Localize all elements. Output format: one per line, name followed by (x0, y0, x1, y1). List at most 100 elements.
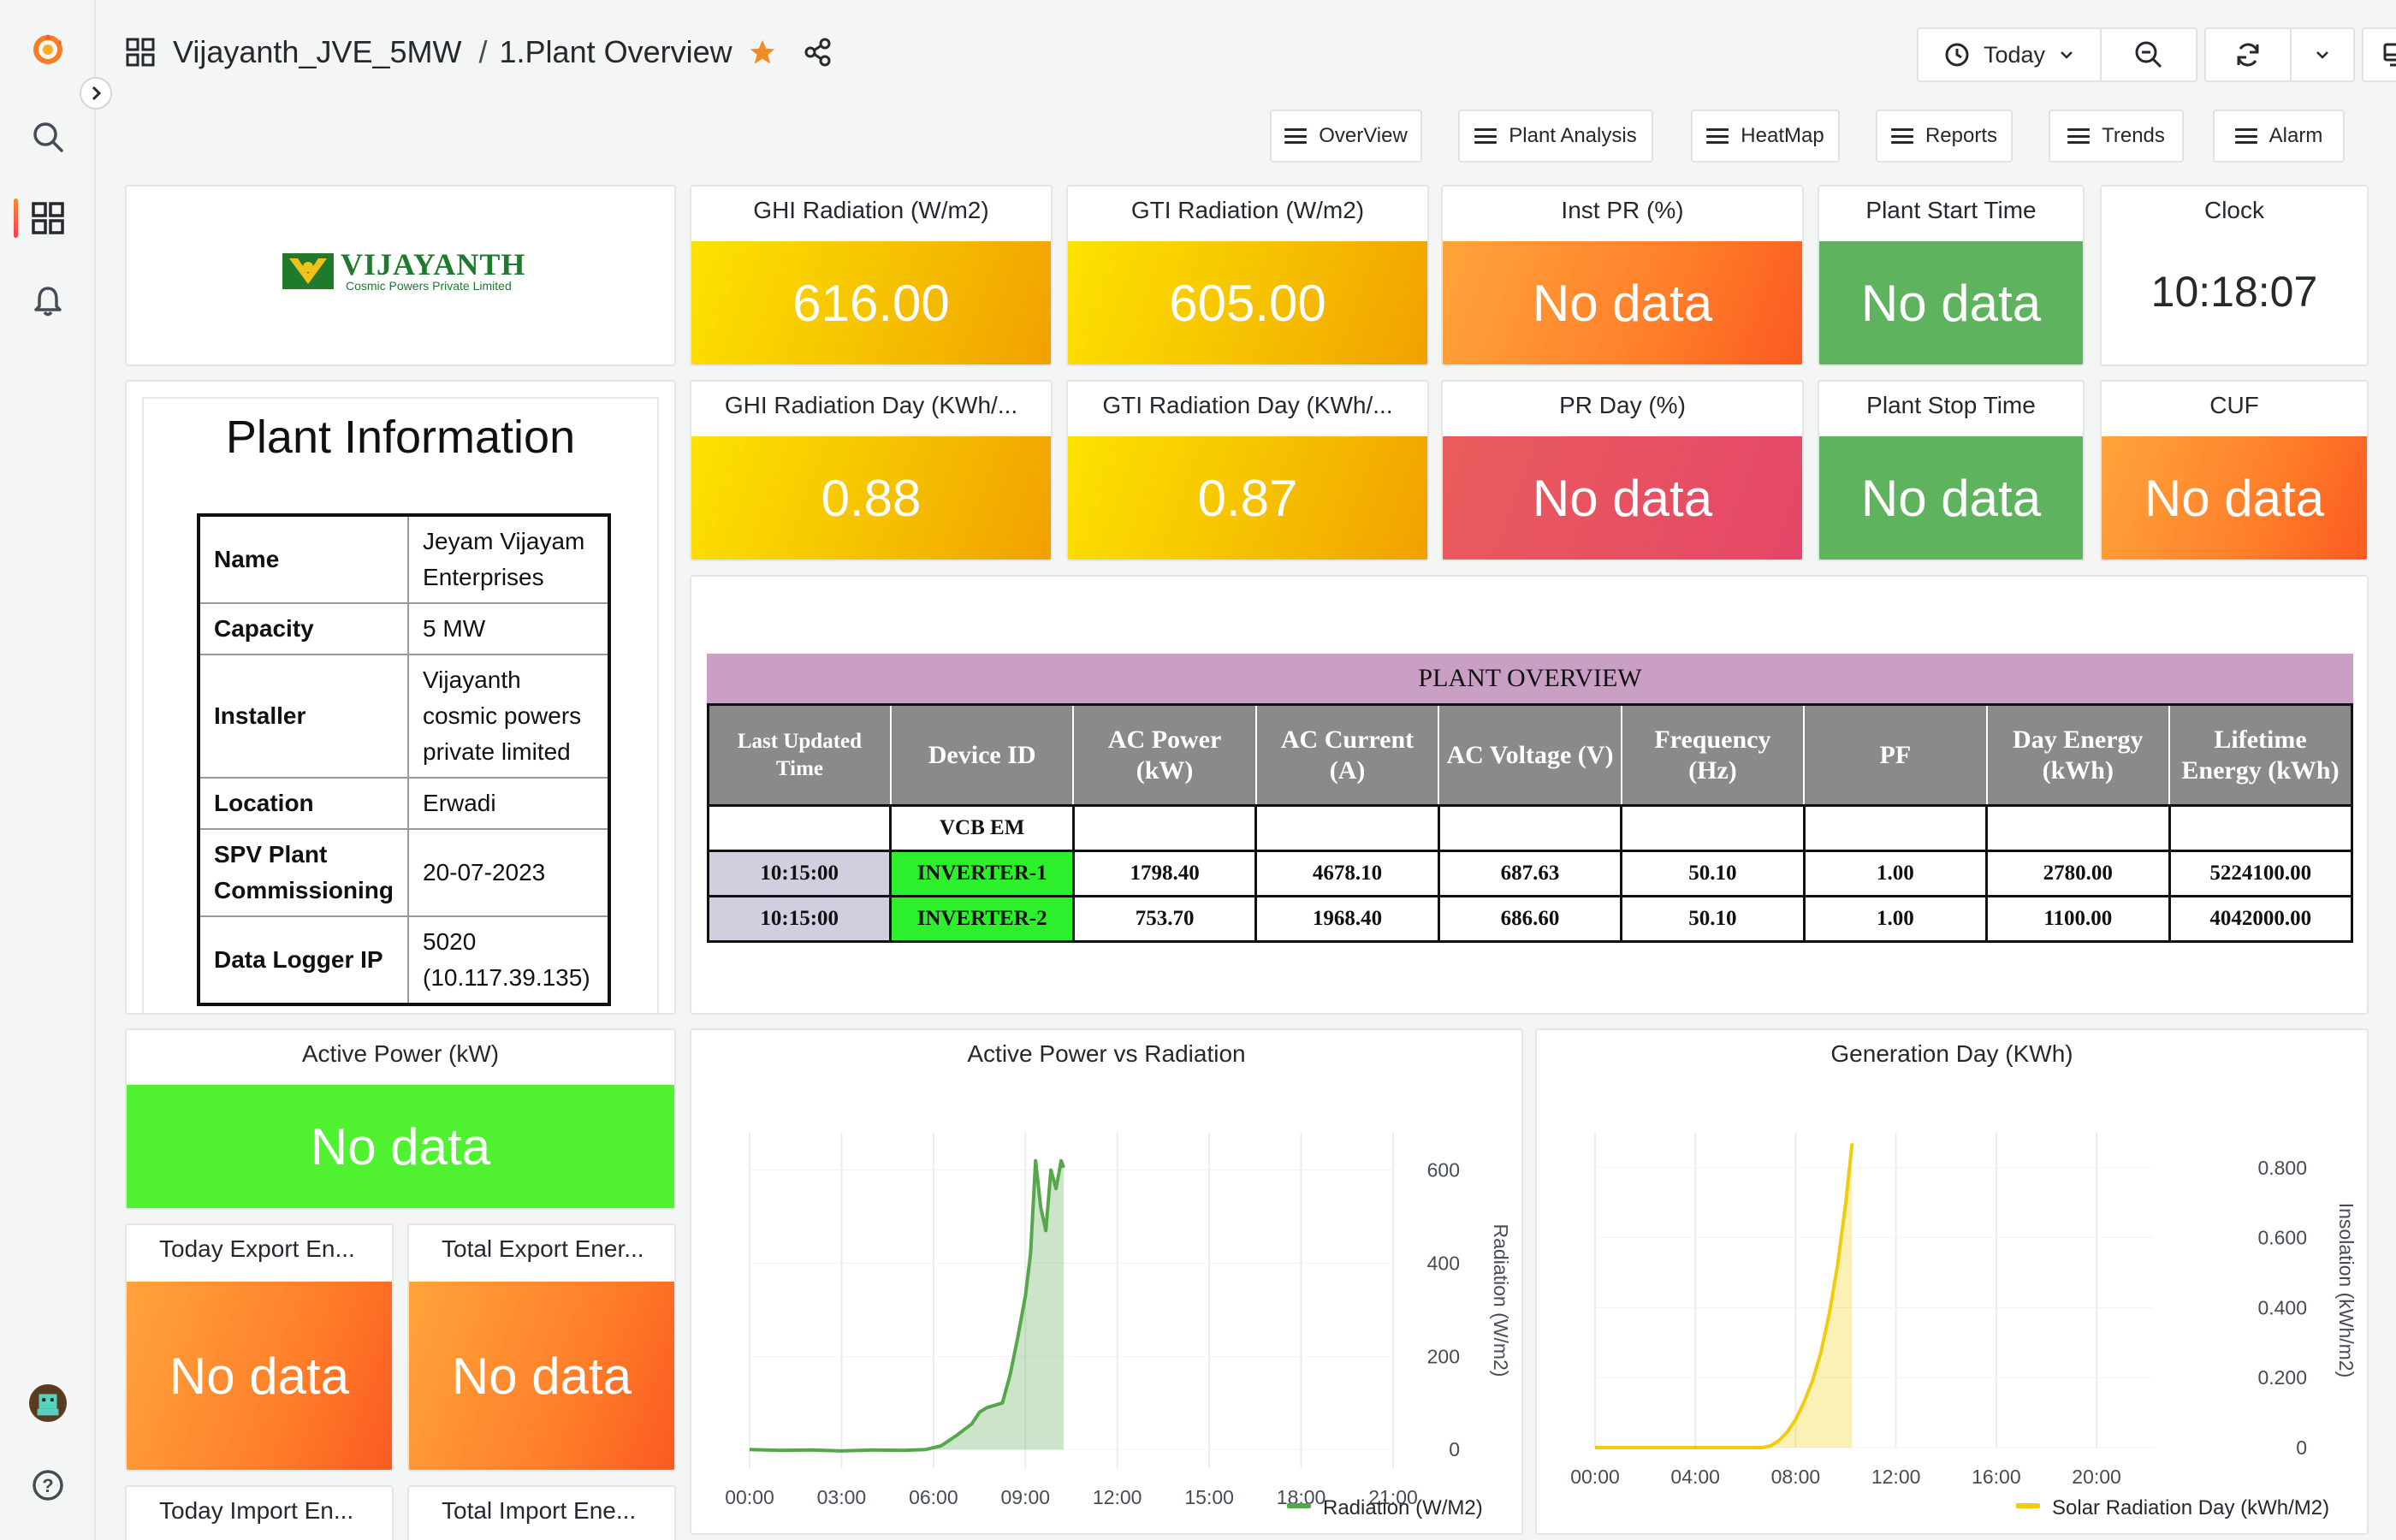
panel-title: CUF (2209, 392, 2259, 418)
x-tick-label: 04:00 (1670, 1466, 1720, 1488)
x-tick-label: 00:00 (1570, 1466, 1620, 1488)
tv-mode-controls (2362, 27, 2396, 82)
breadcrumb: Vijayanth_JVE_5MW / 1.Plant Overview (125, 34, 833, 70)
stat-panel-cuf: CUF No data (2100, 380, 2369, 561)
nav-label: HeatMap (1741, 124, 1824, 147)
stat-panel-today-import: Today Import En... (125, 1485, 394, 1540)
x-tick-label: 08:00 (1771, 1466, 1821, 1488)
y-tick-label: 0.200 (2257, 1366, 2307, 1389)
y-tick-label: 600 (1427, 1159, 1460, 1182)
table-cell: 1.00 (1802, 895, 1989, 943)
dashboard-title: 1.Plant Overview (499, 34, 732, 69)
group-label: VCB EM (889, 804, 1075, 852)
table-cell (1802, 804, 1989, 852)
table-cell: 4678.10 (1254, 850, 1440, 897)
series-area (1595, 1143, 1853, 1448)
search-icon[interactable] (29, 118, 67, 156)
table-cell (1071, 804, 1258, 852)
table-cell: 687.63 (1437, 850, 1623, 897)
plant-overview-panel: PLANT OVERVIEW Last Updated Time Device … (690, 575, 2369, 1015)
nav-overview-button[interactable]: OverView (1270, 110, 1422, 163)
tv-mode-button[interactable] (2363, 29, 2396, 80)
logo-subtitle: Cosmic Powers Private Limited (346, 279, 512, 293)
grafana-logo-icon[interactable] (29, 31, 67, 68)
menu-icon (1284, 128, 1308, 144)
series-area (750, 1160, 1064, 1451)
plant-overview-title: PLANT OVERVIEW (707, 654, 2353, 703)
zoom-out-button[interactable] (2102, 29, 2196, 80)
chart-svg: 00:00 04:00 08:00 12:00 16:00 20:00 0 0.200 0.40… (1570, 1133, 2357, 1519)
column-header: AC Power (kW) (1072, 703, 1257, 807)
stat-value: No data (127, 1282, 392, 1470)
y-axis-label: Radiation (W/m2) (1490, 1224, 1512, 1377)
panel-title: Active Power (kW) (301, 1040, 500, 1067)
help-icon[interactable]: ? (29, 1466, 67, 1504)
nav-label: Plant Analysis (1509, 124, 1637, 147)
bell-icon[interactable] (29, 282, 67, 320)
panel-title: Total Export Ener... (442, 1235, 644, 1262)
plant-overview-table: Last Updated Time Device ID AC Power (kW… (706, 703, 2353, 943)
stat-panel-today-export: Today Export En... No data (125, 1223, 394, 1472)
nav-plant-analysis-button[interactable]: Plant Analysis (1458, 110, 1653, 163)
refresh-button[interactable] (2206, 29, 2292, 80)
table-cell: 4042000.00 (2168, 895, 2353, 943)
logo-name: VIJAYANTH (341, 247, 526, 281)
nav-trends-button[interactable]: Trends (2049, 110, 2184, 163)
menu-icon (2067, 128, 2091, 144)
stat-panel-ghi-radiation: GHI Radiation (W/m2) 616.00 (690, 185, 1053, 366)
table-cell (2168, 804, 2353, 852)
nav-alarm-button[interactable]: Alarm (2213, 110, 2345, 163)
column-header: Device ID (889, 703, 1075, 807)
dashboards-icon[interactable] (29, 199, 67, 237)
stat-panel-gti-radiation: GTI Radiation (W/m2) 605.00 (1066, 185, 1429, 366)
column-header: Day Energy (kWh) (1985, 703, 2171, 807)
legend-label: Solar Radiation Day (kWh/M2) (2052, 1496, 2329, 1519)
breadcrumb-folder[interactable]: Vijayanth_JVE_5MW (173, 34, 462, 70)
active-indicator (14, 198, 18, 238)
time-picker-button[interactable]: Today (1919, 29, 2102, 80)
nav-reports-button[interactable]: Reports (1876, 110, 2013, 163)
zoom-out-icon (2135, 41, 2162, 68)
x-tick-label: 12:00 (1871, 1466, 1921, 1488)
table-value: Vijayanth cosmic powers private limited (407, 654, 610, 779)
stat-value: 0.87 (1068, 436, 1427, 560)
refresh-interval-button[interactable] (2292, 29, 2353, 80)
panel-title: Today Export En... (159, 1235, 355, 1262)
table-cell: 1798.40 (1071, 850, 1258, 897)
menu-icon (1474, 128, 1498, 144)
stat-value: No data (1819, 436, 2083, 560)
dashboard-grid-icon (126, 38, 155, 67)
menu-icon (1890, 128, 1913, 144)
avatar[interactable] (29, 1384, 67, 1422)
legend-label: Radiation (W/M2) (1323, 1496, 1483, 1519)
table-cell: 1968.40 (1254, 895, 1440, 943)
star-icon[interactable] (748, 38, 777, 67)
table-row: Installer Vijayanth cosmic powers private… (197, 654, 610, 779)
stat-value: No data (1819, 241, 2083, 364)
x-tick-label: 15:00 (1184, 1486, 1234, 1508)
monitor-icon (2383, 43, 2396, 67)
column-header: Lifetime Energy (kWh) (2168, 703, 2353, 807)
panel-title: Inst PR (%) (1561, 197, 1684, 223)
expand-menu-button[interactable] (80, 77, 112, 110)
y-axis-label: Insolation (kWh/m2) (2335, 1203, 2357, 1378)
table-cell: 50.10 (1620, 850, 1806, 897)
table-cell: 686.60 (1437, 895, 1623, 943)
plant-information-frame: Plant Information Name Jeyam Vijayam Ente… (142, 397, 659, 1013)
legend-swatch (2016, 1503, 2040, 1508)
table-cell-time: 10:15:00 (706, 850, 893, 897)
refresh-icon (2237, 43, 2259, 67)
top-bar: Vijayanth_JVE_5MW / 1.Plant Overview Tod… (96, 0, 2396, 103)
x-tick-label: 12:00 (1093, 1486, 1142, 1508)
y-tick-label: 0 (2296, 1436, 2307, 1459)
chevron-down-icon (2316, 51, 2328, 59)
menu-icon (2234, 128, 2257, 144)
breadcrumb-separator: / (478, 34, 488, 69)
stat-value: 0.88 (691, 436, 1051, 560)
nav-heatmap-button[interactable]: HeatMap (1691, 110, 1840, 163)
stat-value: No data (127, 1085, 674, 1208)
x-tick-label: 06:00 (909, 1486, 958, 1508)
table-cell: 50.10 (1620, 895, 1806, 943)
share-icon[interactable] (803, 37, 833, 68)
y-tick-label: 400 (1427, 1252, 1460, 1274)
